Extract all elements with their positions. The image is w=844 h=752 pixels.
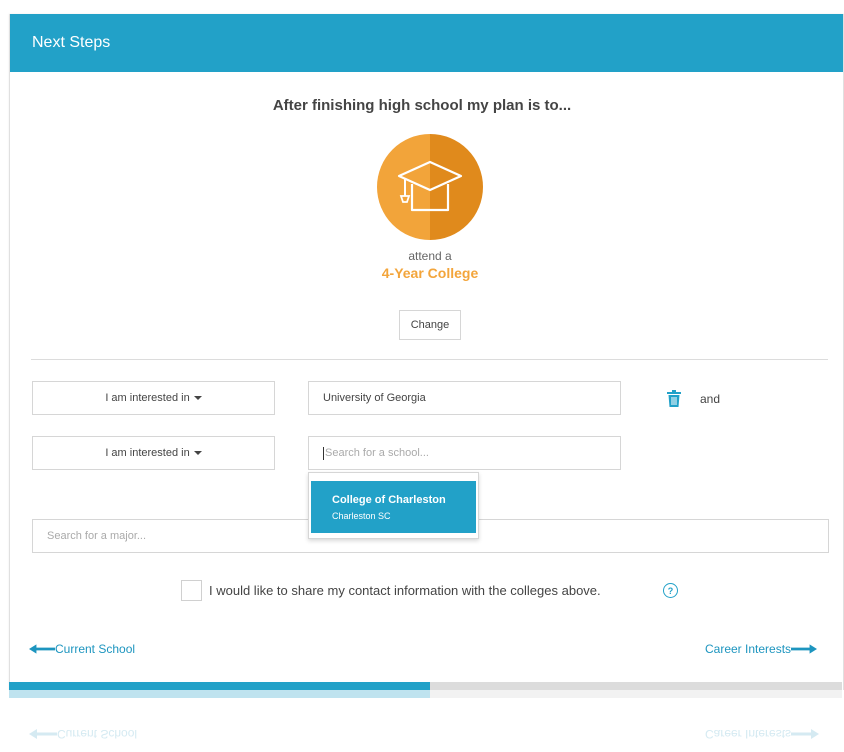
next-link[interactable]: Career Interests (705, 642, 818, 656)
plan-choice: 4-Year College (381, 265, 479, 281)
major-search-placeholder: Search for a major... (47, 530, 147, 542)
suggestion-name: College of Charleston (332, 494, 446, 506)
help-icon[interactable]: ? (663, 583, 678, 598)
arrow-left-icon (29, 644, 55, 654)
arrow-right-icon (791, 729, 820, 739)
change-button[interactable]: Change (399, 310, 461, 340)
page-title: Next Steps (32, 34, 111, 51)
school-search-input[interactable]: Search for a school... (308, 436, 621, 470)
plan-prefix: attend a (408, 249, 452, 263)
caret-down-icon (193, 451, 202, 455)
plan-question: After finishing high school my plan is t… (272, 97, 572, 114)
text-cursor (323, 446, 324, 460)
arrow-left-icon (29, 729, 57, 739)
reflection-bar (9, 690, 430, 698)
reflection-prev: Current School (29, 727, 137, 741)
interest-select-label: I am interested in (105, 447, 190, 459)
arrow-right-icon (791, 644, 818, 654)
interest-select-2[interactable]: I am interested in (32, 436, 275, 470)
interest-select-label: I am interested in (105, 392, 190, 404)
school-input-value: University of Georgia (323, 392, 426, 404)
graduation-cap-icon (377, 134, 483, 240)
share-contact-checkbox[interactable] (181, 580, 202, 601)
and-label: and (700, 392, 721, 406)
next-steps-panel: Next Steps (9, 14, 844, 702)
prev-link[interactable]: Current School (29, 642, 135, 656)
reflection-bar-track (430, 690, 842, 698)
reflection-next: Career Interests (705, 727, 820, 741)
interest-select-1[interactable]: I am interested in (32, 381, 275, 415)
header-bar: Next Steps (10, 14, 843, 72)
school-search-placeholder: Search for a school... (325, 447, 429, 459)
trash-icon[interactable] (667, 390, 681, 407)
suggestion-location: Charleston SC (332, 511, 391, 521)
school-input-1[interactable]: University of Georgia (308, 381, 621, 415)
reflection: Current School Career Interests (0, 690, 844, 752)
reflection-next-label: Career Interests (705, 727, 792, 741)
next-link-label: Career Interests (705, 642, 792, 656)
divider (31, 359, 828, 360)
caret-down-icon (193, 396, 202, 400)
suggestion-item[interactable]: College of Charleston Charleston SC (311, 481, 476, 533)
prev-link-label: Current School (55, 642, 136, 656)
reflection-prev-label: Current School (57, 727, 138, 741)
progress-fill (9, 682, 430, 690)
school-suggestions-dropdown: College of Charleston Charleston SC (308, 472, 479, 539)
share-contact-label: I would like to share my contact informa… (209, 583, 601, 598)
